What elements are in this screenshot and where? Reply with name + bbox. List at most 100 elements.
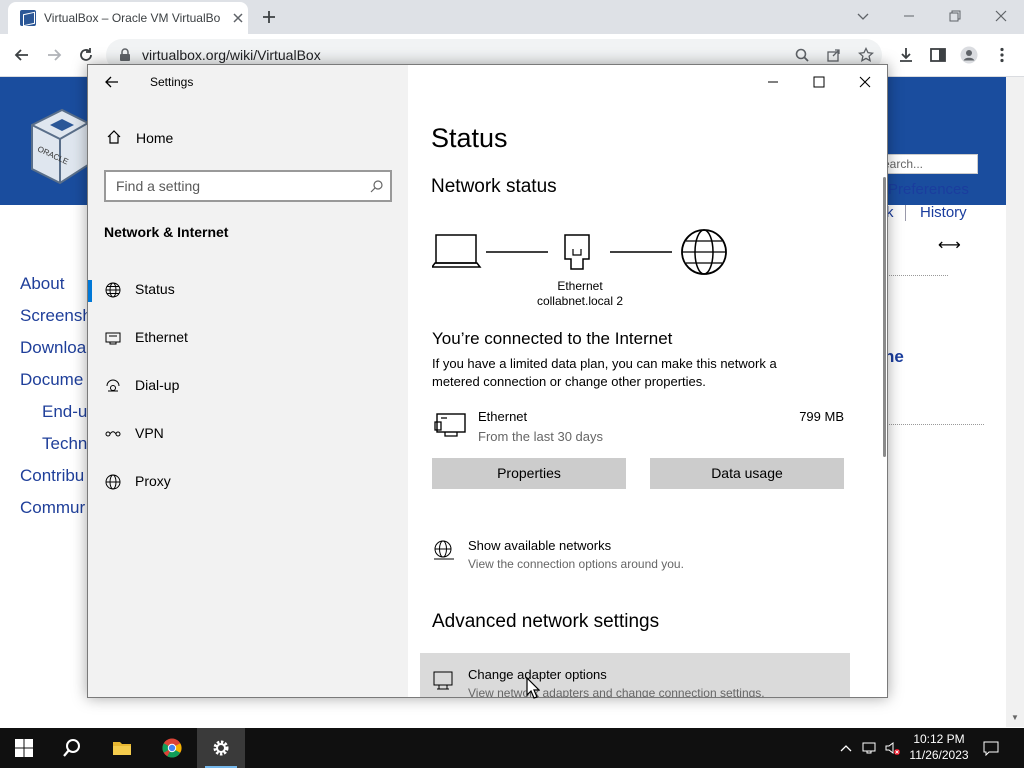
web-nav-downloads[interactable]: Downloa [20, 338, 86, 358]
browser-tab[interactable]: VirtualBox – Oracle VM VirtualBo [8, 2, 248, 34]
settings-window: Settings Home Find a setting Network & I… [87, 64, 888, 698]
adapter-usage: 799 MB [799, 409, 844, 424]
sidebar-item-proxy[interactable]: Proxy [88, 460, 408, 504]
url-text: virtualbox.org/wiki/VirtualBox [142, 47, 321, 63]
show-networks-link[interactable]: Show available networks [468, 538, 611, 553]
web-scrollbar[interactable]: ▼ [1006, 77, 1024, 727]
web-nav-contribute[interactable]: Contribu [20, 466, 84, 486]
internet-globe-icon [681, 229, 727, 275]
bookmark-star-icon[interactable] [858, 47, 874, 63]
side-panel-icon[interactable] [929, 46, 947, 64]
home-link[interactable]: Home [136, 130, 173, 146]
tab-search-chevron-icon[interactable] [855, 8, 871, 24]
chrome-icon [162, 738, 182, 758]
link-divider [905, 205, 906, 221]
clock-date: 11/26/2023 [909, 748, 969, 762]
web-link-history[interactable]: History [920, 204, 967, 221]
web-nav-documentation[interactable]: Docume [20, 370, 83, 390]
adapter-monitor-icon [433, 671, 453, 690]
back-arrow-icon[interactable] [12, 45, 32, 65]
connected-title: You’re connected to the Internet [432, 329, 673, 348]
web-nav-technical[interactable]: Techn [42, 434, 87, 454]
web-nav-community[interactable]: Commur [20, 498, 85, 518]
volume-muted-icon[interactable] [884, 740, 900, 756]
close-icon[interactable] [993, 8, 1009, 24]
notification-icon[interactable] [983, 740, 999, 756]
taskbar-search-button[interactable] [48, 728, 96, 768]
settings-title: Settings [150, 75, 194, 89]
web-search-input[interactable]: earch... [878, 154, 978, 174]
taskbar-clock[interactable]: 10:12 PM 11/26/2023 [904, 731, 974, 763]
active-indicator [88, 280, 92, 302]
find-setting-placeholder: Find a setting [116, 178, 201, 194]
page-title: Status [431, 123, 508, 153]
tab-title: VirtualBox – Oracle VM VirtualBo [44, 11, 221, 25]
change-adapter-options-item[interactable]: Change adapter options View network adap… [420, 653, 850, 698]
vpn-icon [105, 431, 121, 437]
sidebar-item-dialup[interactable]: Dial-up [88, 364, 408, 408]
network-tray-icon[interactable] [862, 740, 878, 756]
lock-icon[interactable] [118, 48, 132, 62]
available-networks-icon[interactable] [432, 539, 456, 563]
profile-avatar-icon[interactable] [960, 46, 978, 64]
clock-time: 10:12 PM [913, 732, 965, 746]
web-nav-about[interactable]: About [20, 274, 64, 294]
new-tab-icon[interactable] [260, 8, 278, 26]
virtualbox-logo-icon: ORACLE [31, 108, 89, 185]
sidebar-item-label: Status [135, 281, 175, 297]
tab-close-icon[interactable] [230, 10, 246, 26]
windows-logo-icon [15, 739, 33, 757]
diagram-label: Ethernet collabnet.local 2 [518, 279, 642, 309]
sidebar-item-label: Dial-up [135, 377, 180, 393]
diagram-label-line1: Ethernet [557, 279, 603, 293]
adapter-subtitle: From the last 30 days [478, 429, 603, 444]
properties-button[interactable]: Properties [432, 458, 626, 489]
taskbar-file-explorer[interactable] [98, 728, 146, 768]
search-icon[interactable] [370, 179, 384, 193]
connected-description: If you have a limited data plan, you can… [432, 356, 777, 389]
settings-minimize-icon[interactable] [765, 74, 781, 90]
dialup-icon [106, 379, 120, 392]
web-nav-end-user[interactable]: End-u [42, 402, 87, 422]
resize-arrow-icon: ⟷ [938, 237, 961, 254]
settings-maximize-icon[interactable] [811, 74, 827, 90]
taskbar-settings[interactable] [197, 728, 245, 768]
download-icon[interactable] [897, 46, 915, 64]
share-icon[interactable] [826, 47, 842, 63]
forward-arrow-icon[interactable] [44, 45, 64, 65]
home-icon[interactable] [106, 129, 122, 145]
sidebar-item-label: VPN [135, 425, 164, 441]
laptop-icon [432, 234, 482, 268]
ethernet-port-icon [564, 234, 590, 270]
reload-icon[interactable] [76, 45, 96, 65]
menu-kebab-icon[interactable] [993, 46, 1011, 64]
virtualbox-favicon-icon [20, 10, 36, 26]
network-status-heading: Network status [431, 176, 557, 197]
sidebar-item-status[interactable]: Status [88, 268, 408, 312]
sidebar-item-ethernet[interactable]: Ethernet [88, 316, 408, 360]
proxy-globe-icon [105, 474, 121, 490]
adapter-name: Ethernet [478, 409, 528, 424]
browser-tab-bar: VirtualBox – Oracle VM VirtualBo [0, 0, 1024, 34]
mouse-cursor-icon [526, 677, 540, 699]
web-divider [880, 275, 948, 276]
folder-icon [113, 742, 131, 755]
back-arrow-icon[interactable] [104, 74, 120, 90]
show-networks-subtitle: View the connection options around you. [468, 557, 684, 571]
minimize-icon[interactable] [901, 8, 917, 24]
settings-scrollbar[interactable] [883, 177, 886, 457]
search-icon[interactable] [794, 47, 810, 63]
change-adapter-subtitle: View network adapters and change connect… [468, 686, 765, 698]
chevron-up-icon[interactable] [838, 740, 854, 756]
taskbar-chrome[interactable] [148, 728, 196, 768]
settings-close-icon[interactable] [857, 74, 873, 90]
scroll-down-icon[interactable]: ▼ [1011, 713, 1019, 722]
web-link-preferences[interactable]: Preferences [888, 181, 969, 198]
web-nav-screenshots[interactable]: Screensh [20, 306, 92, 326]
start-button[interactable] [0, 728, 48, 768]
sidebar-item-vpn[interactable]: VPN [88, 412, 408, 456]
find-setting-input[interactable]: Find a setting [104, 170, 392, 202]
settings-sidebar: Settings Home Find a setting Network & I… [88, 65, 408, 697]
data-usage-button[interactable]: Data usage [650, 458, 844, 489]
restore-icon[interactable] [947, 8, 963, 24]
